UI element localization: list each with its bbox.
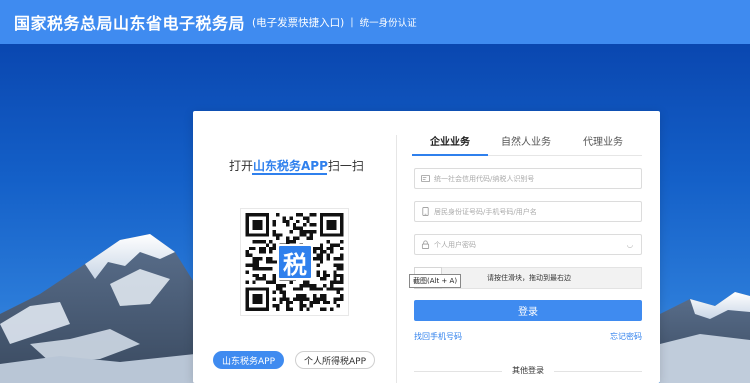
other-login-line-right	[554, 371, 642, 372]
personal-income-tax-app-button[interactable]: 个人所得税APP	[295, 351, 375, 369]
auth-label: 统一身份认证	[359, 18, 417, 29]
credit-code-input[interactable]	[434, 174, 614, 183]
header-bar: 国家税务总局山东省电子税务局 (电子发票快捷入口) | 统一身份认证	[0, 0, 750, 44]
panel-divider	[396, 135, 397, 383]
site-subtitle: (电子发票快捷入口)	[252, 16, 345, 29]
login-button[interactable]: 登录	[414, 300, 642, 321]
forgot-password-link[interactable]: 忘记密码	[610, 331, 642, 342]
other-login-divider: 其他登录	[414, 365, 642, 377]
active-tab-indicator	[412, 154, 488, 156]
phone-icon	[421, 207, 430, 216]
tab-agent[interactable]: 代理业务	[564, 133, 642, 157]
password-input[interactable]	[434, 240, 614, 249]
shandong-tax-app-button[interactable]: 山东税务APP	[213, 351, 284, 369]
site-title: 国家税务总局山东省电子税务局	[14, 14, 246, 33]
id-number-input[interactable]	[434, 207, 614, 216]
login-qr-code: 税	[240, 208, 349, 316]
header-separator: |	[350, 16, 354, 28]
tab-individual[interactable]: 自然人业务	[488, 133, 564, 157]
tax-logo-icon: 税	[277, 244, 313, 280]
scan-prefix: 打开	[229, 159, 254, 173]
scan-app-name: 山东税务APP	[253, 159, 328, 173]
scan-app-underline	[252, 173, 327, 175]
credit-code-field[interactable]	[414, 168, 642, 189]
scan-instruction: 打开山东税务APP扫一扫	[229, 157, 364, 174]
id-card-icon	[421, 174, 430, 183]
id-number-field[interactable]	[414, 201, 642, 222]
eye-closed-icon[interactable]: ◡	[627, 241, 633, 249]
scan-suffix: 扫一扫	[327, 159, 364, 173]
lock-icon	[421, 240, 430, 249]
find-phone-link[interactable]: 找回手机号码	[414, 331, 462, 342]
password-field[interactable]: ◡	[414, 234, 642, 255]
screenshot-tooltip: 截图(Alt + A)	[409, 274, 462, 288]
login-card: 打开山东税务APP扫一扫 税 山东税务APP 个人所得税APP 企业业务 自然人…	[193, 111, 660, 383]
